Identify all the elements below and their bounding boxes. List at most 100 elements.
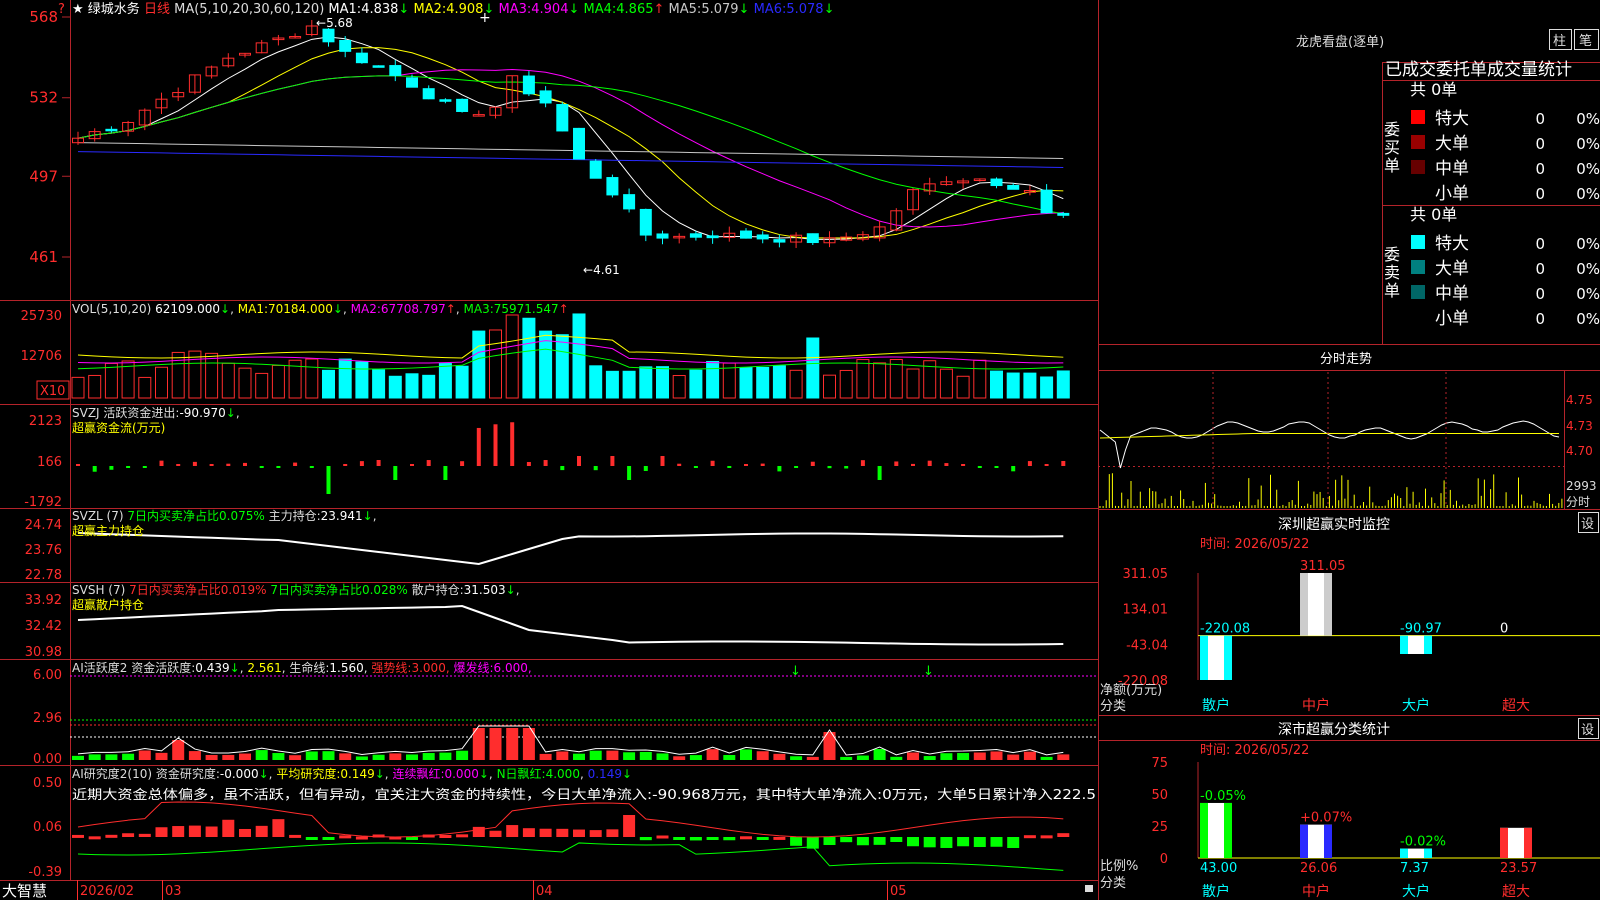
- ai-activity-chart[interactable]: ↓ ↓: [70, 664, 1098, 760]
- order-row-count: 0: [1535, 235, 1545, 253]
- volume-bar: [472, 330, 486, 399]
- flow-bar: [226, 463, 231, 466]
- research-bar: [255, 825, 268, 837]
- intraday-price-line: [1099, 420, 1560, 469]
- ai-research-chart[interactable]: [72, 801, 1070, 871]
- flow-bar: [526, 462, 531, 466]
- research-bar: [823, 837, 836, 846]
- candlesticks[interactable]: [72, 19, 1070, 249]
- monitor-tick: 311.05: [1123, 567, 1169, 582]
- main-header: ★ 绿城水务 日线 MA(5,10,20,30,60,120) MA1:4.83…: [72, 1, 834, 17]
- activity-bar: [205, 754, 218, 760]
- tab-bar-chart[interactable]: 柱: [1549, 29, 1572, 50]
- research-bar: [790, 837, 803, 846]
- ai-activity-header: AI活跃度2 资金活跃度:0.439↓, 2.561, 生命线:1.560, 强…: [72, 660, 532, 675]
- flow-bar: [760, 463, 765, 466]
- volume-ma-line: [77, 334, 1064, 359]
- intraday-chart[interactable]: [1099, 372, 1563, 508]
- classify-settings-button[interactable]: 设: [1578, 718, 1599, 739]
- candle-body: [1057, 212, 1070, 216]
- research-bar: [406, 837, 418, 840]
- period-label: 日线: [144, 2, 170, 17]
- candle-body: [456, 98, 469, 112]
- volume-bar: [889, 359, 903, 399]
- flow-bar: [911, 463, 915, 466]
- candle-body: [339, 39, 352, 52]
- svg-text:05: 05: [890, 884, 907, 899]
- monitor-title: 深圳超赢实时监控: [1278, 516, 1390, 533]
- ai-commentary: 近期大资金总体偏多，虽不活跃，但有异动，宜关注大资金的持续性，今日大单净流入:-…: [72, 787, 1096, 803]
- activity-bar: [606, 750, 619, 760]
- flow-bar: [426, 460, 431, 466]
- svg-text:24.74: 24.74: [25, 518, 62, 533]
- research-bar: [322, 837, 335, 840]
- activity-line: [77, 725, 1064, 756]
- order-row-name: 小单: [1435, 184, 1469, 204]
- research-bar: [222, 819, 235, 837]
- volume-bar: [372, 369, 386, 399]
- classify-chart[interactable]: 75 50 25 0 -0.05% 43.00 散户 +0.07% 26.06 中户 -0.02% 7…: [1151, 756, 1600, 900]
- classify-delta: -0.02%: [1400, 835, 1446, 850]
- activity-bar: [422, 753, 435, 760]
- research-bar: [155, 827, 168, 837]
- order-row-count: 0: [1535, 110, 1545, 128]
- classify-bar-value: 7.37: [1400, 861, 1429, 876]
- activity-bar: [840, 756, 853, 760]
- research-bar: [489, 830, 502, 837]
- activity-bar: [339, 753, 352, 760]
- volume-bar: [656, 366, 669, 399]
- ma-line: [77, 142, 1064, 159]
- flow-bar: [977, 466, 982, 468]
- order-row-pct: 0%: [1576, 235, 1600, 253]
- research-bar: [539, 828, 552, 837]
- research-bar: [88, 836, 101, 840]
- flow-bar: [393, 466, 398, 480]
- flow-bar: [326, 466, 331, 494]
- research-bar: [105, 834, 118, 838]
- help-icon[interactable]: ?: [58, 2, 65, 17]
- sell-orders-block: 共 0单委卖单 特大 0 0% 大单 0 0% 中单 0 0% 小单 0 0%: [1384, 205, 1600, 329]
- research-bar: [890, 837, 903, 842]
- order-row-name: 中单: [1435, 284, 1469, 304]
- svzj-bars[interactable]: [76, 422, 1066, 494]
- lock-icon[interactable]: [1085, 885, 1093, 892]
- monitor-bar-edge: [1324, 573, 1332, 636]
- flow-bar: [359, 461, 364, 466]
- order-row-pct: 0%: [1576, 110, 1600, 128]
- order-row-count: 0: [1535, 310, 1545, 328]
- order-row-count: 0: [1535, 135, 1545, 153]
- svzl-line[interactable]: [77, 532, 1064, 566]
- volume-bar: [939, 368, 953, 399]
- activity-bar: [957, 753, 970, 760]
- research-bar: [973, 837, 986, 848]
- flow-bar: [877, 466, 882, 480]
- activity-bar: [1040, 756, 1053, 760]
- order-row-count: 0: [1535, 160, 1545, 178]
- svg-text:设: 设: [1581, 517, 1594, 532]
- volume-bar: [839, 369, 853, 399]
- classify-tick: 0: [1160, 852, 1168, 867]
- svsh-line[interactable]: [77, 604, 1064, 646]
- research-bar: [72, 834, 84, 838]
- svg-text:分时: 分时: [1566, 495, 1590, 509]
- tab-brush[interactable]: 笔: [1574, 29, 1599, 50]
- activity-bar: [222, 754, 235, 760]
- volume-bar: [973, 359, 987, 399]
- activity-bar: [623, 752, 636, 760]
- volume-bar: [589, 365, 603, 399]
- svg-text:0.00: 0.00: [33, 752, 62, 767]
- monitor-settings-button[interactable]: 设: [1578, 512, 1599, 533]
- classify-delta: -0.05%: [1200, 789, 1246, 804]
- ma-line: [77, 69, 1064, 228]
- flow-bar: [961, 464, 966, 466]
- order-color-swatch: [1411, 135, 1425, 149]
- flow-bar: [209, 464, 214, 466]
- svg-text:6.00: 6.00: [33, 668, 62, 683]
- research-bar: [623, 815, 636, 837]
- monitor-chart[interactable]: 311.05134.01-43.04-220.08-220.08散户311.05…: [1118, 559, 1600, 714]
- activity-bar: [656, 753, 669, 760]
- candle-body: [1040, 189, 1053, 214]
- activity-bar: [806, 756, 819, 760]
- volume-bar: [806, 337, 820, 399]
- activity-bar: [723, 755, 736, 760]
